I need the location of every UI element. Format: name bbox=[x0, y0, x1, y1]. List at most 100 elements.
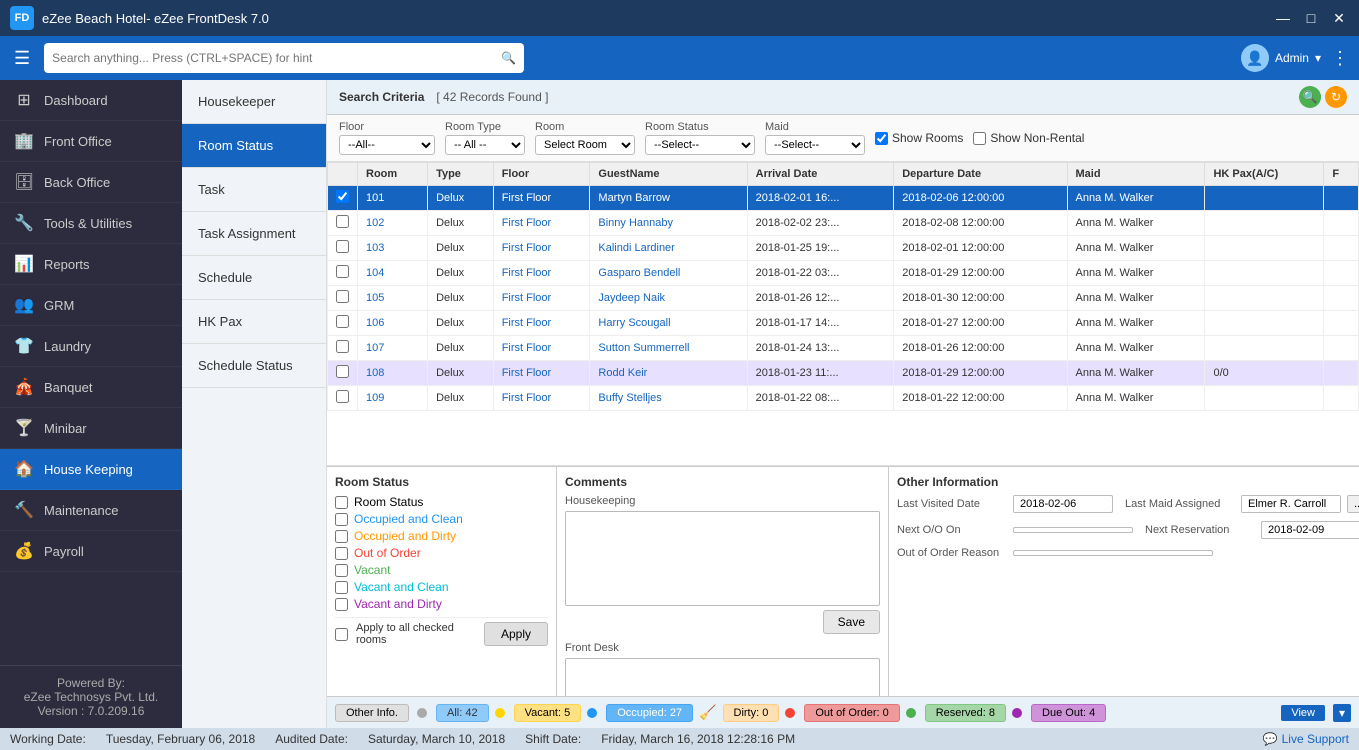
front-desk-textarea[interactable] bbox=[565, 658, 880, 696]
save-button[interactable]: Save bbox=[823, 610, 880, 634]
dots-button[interactable]: .. bbox=[1347, 495, 1359, 513]
rs-vc-checkbox[interactable] bbox=[335, 581, 348, 594]
view-dropdown-button[interactable]: ▾ bbox=[1333, 704, 1351, 722]
row-checkbox-cell[interactable] bbox=[328, 386, 358, 411]
reserved-badge-button[interactable]: Reserved: 8 bbox=[925, 704, 1006, 722]
sidebar-item-laundry[interactable]: 👕 Laundry bbox=[0, 326, 182, 367]
maximize-button[interactable]: □ bbox=[1301, 10, 1321, 27]
sidebar-item-payroll[interactable]: 💰 Payroll bbox=[0, 531, 182, 572]
table-row[interactable]: 107 Delux First Floor Sutton Summerrell … bbox=[328, 336, 1359, 361]
departure-cell: 2018-02-06 12:00:00 bbox=[894, 186, 1067, 211]
dueout-badge-button[interactable]: Due Out: 4 bbox=[1031, 704, 1106, 722]
apply-all-checkbox[interactable] bbox=[335, 628, 348, 641]
filter-row: Floor --All--First FloorSecond FloorThir… bbox=[327, 115, 1359, 162]
sidebar-item-house-keeping[interactable]: 🏠 House Keeping bbox=[0, 449, 182, 490]
sidebar-nav: ⊞ Dashboard 🏢 Front Office 🗄 Back Office… bbox=[0, 80, 182, 572]
row-checkbox[interactable] bbox=[336, 215, 349, 228]
sidebar-item-banquet[interactable]: 🎪 Banquet bbox=[0, 367, 182, 408]
sidebar-item-maintenance[interactable]: 🔨 Maintenance bbox=[0, 490, 182, 531]
show-rooms-checkbox[interactable] bbox=[875, 132, 888, 145]
table-row[interactable]: 105 Delux First Floor Jaydeep Naik 2018-… bbox=[328, 286, 1359, 311]
search-criteria-search-icon[interactable]: 🔍 bbox=[1299, 86, 1321, 108]
all-badge-button[interactable]: All: 42 bbox=[436, 704, 489, 722]
rs-od-checkbox[interactable] bbox=[335, 530, 348, 543]
floor-select[interactable]: --All--First FloorSecond FloorThird Floo… bbox=[339, 135, 435, 155]
sub-sidebar-item-housekeeper[interactable]: Housekeeper bbox=[182, 80, 326, 124]
dirty-badge-button[interactable]: Dirty: 0 bbox=[723, 704, 780, 722]
sub-sidebar-item-schedule-status[interactable]: Schedule Status bbox=[182, 344, 326, 388]
sidebar-item-back-office[interactable]: 🗄 Back Office bbox=[0, 162, 182, 203]
row-checkbox[interactable] bbox=[336, 190, 349, 203]
table-row[interactable]: 104 Delux First Floor Gasparo Bendell 20… bbox=[328, 261, 1359, 286]
table-row[interactable]: 108 Delux First Floor Rodd Keir 2018-01-… bbox=[328, 361, 1359, 386]
row-checkbox-cell[interactable] bbox=[328, 286, 358, 311]
hamburger-menu-icon[interactable]: ☰ bbox=[10, 44, 34, 73]
close-button[interactable]: ✕ bbox=[1329, 10, 1349, 27]
minibar-icon: 🍸 bbox=[14, 418, 34, 438]
sub-sidebar-item-room-status[interactable]: Room Status bbox=[182, 124, 326, 168]
status-bar: Other Info. All: 42 Vacant: 5 Occupied: … bbox=[327, 696, 1359, 728]
table-row[interactable]: 102 Delux First Floor Binny Hannaby 2018… bbox=[328, 211, 1359, 236]
rs-va-checkbox[interactable] bbox=[335, 564, 348, 577]
row-checkbox-cell[interactable] bbox=[328, 336, 358, 361]
housekeeping-textarea[interactable] bbox=[565, 511, 880, 606]
sidebar-item-front-office[interactable]: 🏢 Front Office bbox=[0, 121, 182, 162]
sidebar-item-dashboard[interactable]: ⊞ Dashboard bbox=[0, 80, 182, 121]
sidebar-item-minibar[interactable]: 🍸 Minibar bbox=[0, 408, 182, 449]
other-info-button[interactable]: Other Info. bbox=[335, 704, 409, 722]
sidebar-item-reports[interactable]: 📊 Reports bbox=[0, 244, 182, 285]
search-box[interactable]: 🔍 bbox=[44, 43, 524, 73]
row-checkbox[interactable] bbox=[336, 365, 349, 378]
room-status-select[interactable]: --Select--OccupiedVacantOut of Order bbox=[645, 135, 755, 155]
table-row[interactable]: 103 Delux First Floor Kalindi Lardiner 2… bbox=[328, 236, 1359, 261]
vacant-badge-button[interactable]: Vacant: 5 bbox=[514, 704, 582, 722]
ooo-badge-button[interactable]: Out of Order: 0 bbox=[804, 704, 899, 722]
show-non-rental-checkbox[interactable] bbox=[973, 132, 986, 145]
rooms-table: Room Type Floor GuestName Arrival Date D… bbox=[327, 162, 1359, 411]
sub-sidebar-item-task[interactable]: Task bbox=[182, 168, 326, 212]
show-rooms-check-group: Show Rooms bbox=[875, 131, 963, 145]
departure-cell: 2018-01-30 12:00:00 bbox=[894, 286, 1067, 311]
maid-select[interactable]: --Select-- bbox=[765, 135, 865, 155]
row-checkbox-cell[interactable] bbox=[328, 236, 358, 261]
sidebar-item-tools-utilities[interactable]: 🔧 Tools & Utilities bbox=[0, 203, 182, 244]
sub-sidebar-item-schedule[interactable]: Schedule bbox=[182, 256, 326, 300]
room-select[interactable]: Select Room bbox=[535, 135, 635, 155]
table-row[interactable]: 106 Delux First Floor Harry Scougall 201… bbox=[328, 311, 1359, 336]
table-row[interactable]: 109 Delux First Floor Buffy Stelljes 201… bbox=[328, 386, 1359, 411]
row-checkbox[interactable] bbox=[336, 265, 349, 278]
sidebar-footer: Powered By: eZee Technosys Pvt. Ltd. Ver… bbox=[0, 665, 182, 728]
row-checkbox-cell[interactable] bbox=[328, 311, 358, 336]
row-checkbox[interactable] bbox=[336, 315, 349, 328]
sub-sidebar-item-hk-pax[interactable]: HK Pax bbox=[182, 300, 326, 344]
row-checkbox-cell[interactable] bbox=[328, 361, 358, 386]
more-options-icon[interactable]: ⋮ bbox=[1331, 48, 1349, 69]
admin-button[interactable]: 👤 Admin ▾ bbox=[1241, 44, 1321, 72]
apply-button[interactable]: Apply bbox=[484, 622, 548, 646]
type-cell: Delux bbox=[428, 286, 494, 311]
row-checkbox-cell[interactable] bbox=[328, 261, 358, 286]
row-checkbox[interactable] bbox=[336, 290, 349, 303]
row-checkbox-cell[interactable] bbox=[328, 211, 358, 236]
table-row[interactable]: 101 Delux First Floor Martyn Barrow 2018… bbox=[328, 186, 1359, 211]
rs-all-checkbox[interactable] bbox=[335, 496, 348, 509]
sub-sidebar-item-task-assignment[interactable]: Task Assignment bbox=[182, 212, 326, 256]
search-input[interactable] bbox=[52, 51, 495, 65]
row-checkbox[interactable] bbox=[336, 240, 349, 253]
rs-vd-checkbox[interactable] bbox=[335, 598, 348, 611]
sidebar-item-grm[interactable]: 👥 GRM bbox=[0, 285, 182, 326]
live-support-button[interactable]: 💬 Live Support bbox=[1263, 732, 1349, 746]
occupied-badge-button[interactable]: Occupied: 27 bbox=[606, 704, 693, 722]
room-type-select[interactable]: -- All --DeluxSuiteStandard bbox=[445, 135, 525, 155]
row-checkbox[interactable] bbox=[336, 340, 349, 353]
row-checkbox[interactable] bbox=[336, 390, 349, 403]
row-checkbox-cell[interactable] bbox=[328, 186, 358, 211]
minibar-label: Minibar bbox=[44, 421, 87, 436]
other-info-panel: Other Information Last Visited Date 2018… bbox=[889, 467, 1359, 696]
floor-cell: First Floor bbox=[493, 386, 590, 411]
view-button[interactable]: View bbox=[1281, 705, 1325, 721]
search-criteria-refresh-icon[interactable]: ↻ bbox=[1325, 86, 1347, 108]
rs-oc-checkbox[interactable] bbox=[335, 513, 348, 526]
rs-oo-checkbox[interactable] bbox=[335, 547, 348, 560]
minimize-button[interactable]: — bbox=[1273, 10, 1293, 27]
